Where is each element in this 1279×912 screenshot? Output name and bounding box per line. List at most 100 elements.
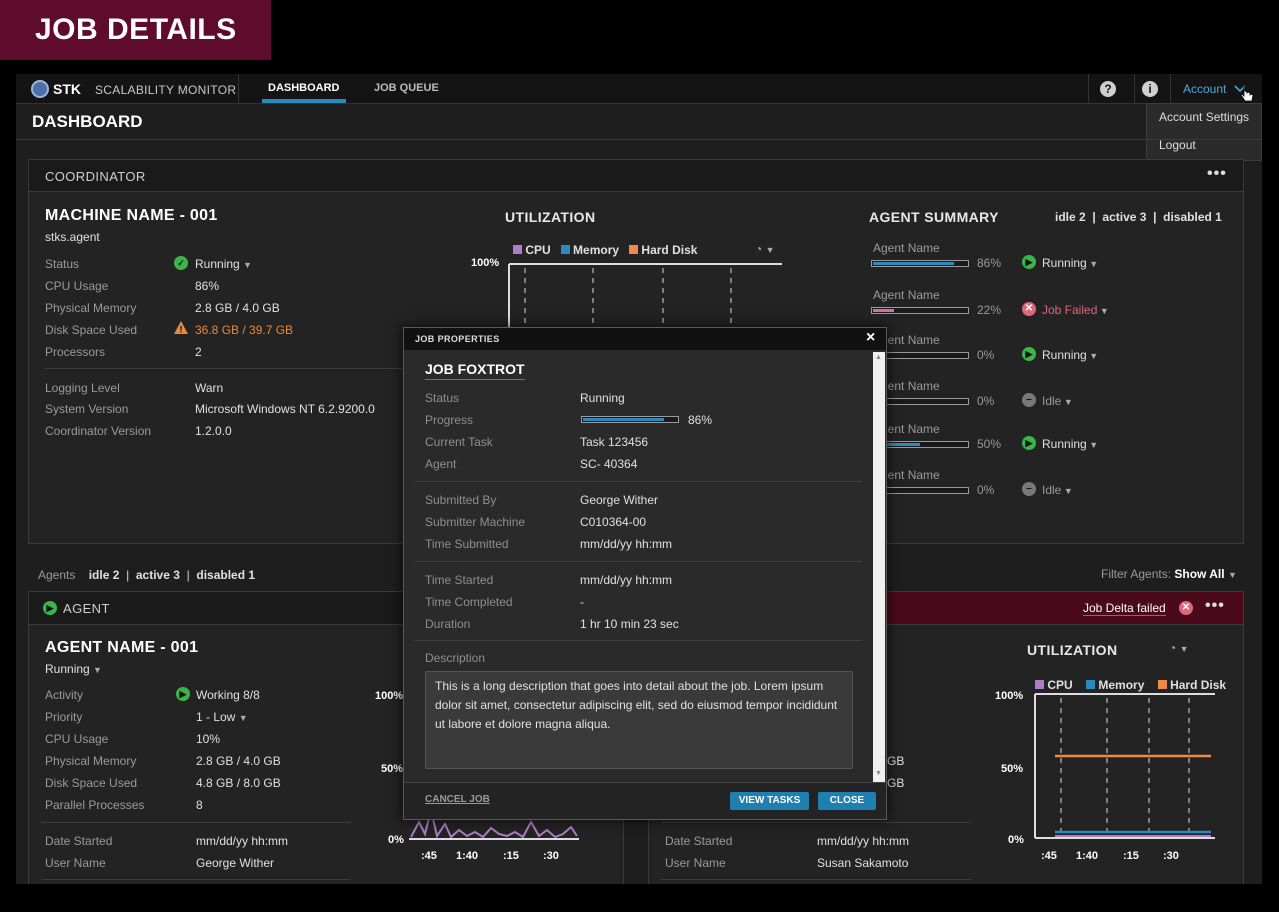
agent-panel-title: AGENT	[63, 601, 110, 616]
date-started-label: Date Started	[665, 834, 733, 848]
caret-down-icon: ▼	[1086, 351, 1099, 361]
submitter-machine-label: Submitter Machine	[425, 515, 526, 529]
agent-utilization-chart	[1034, 693, 1215, 839]
filter-agents-label: Filter Agents:	[1101, 567, 1172, 581]
summary-disabled-count: disabled 1	[1163, 210, 1222, 224]
agent-status-dropdown[interactable]: Running ▼	[1042, 437, 1098, 451]
user-name-label: User Name	[45, 856, 106, 870]
agent-usage-percent: 0%	[977, 348, 995, 362]
caret-down-icon: ▼	[93, 665, 102, 675]
user-name-label: User Name	[665, 856, 726, 870]
view-tasks-button[interactable]: VIEW TASKS	[730, 792, 809, 810]
caret-down-icon: ▼	[243, 260, 252, 270]
agent-status-dropdown[interactable]: Job Failed ▼	[1042, 303, 1109, 317]
progress-value: 86%	[688, 413, 713, 427]
legend-memory: Memory	[1098, 678, 1145, 692]
agent-summary-name[interactable]: Agent Name	[873, 241, 940, 255]
utilization-title: UTILIZATION	[505, 209, 596, 225]
logout-item[interactable]: Logout	[1159, 138, 1196, 152]
agents-disabled: disabled 1	[196, 568, 256, 582]
status-label: Status	[425, 391, 460, 405]
agent-status-label: Running	[1042, 437, 1087, 451]
agent-usage-percent: 50%	[977, 437, 1002, 451]
running-play-icon: ▶	[1022, 255, 1036, 269]
more-options-icon[interactable]: •••	[1207, 165, 1227, 183]
agent-status-dropdown[interactable]: Idle ▼	[1042, 483, 1073, 497]
more-options-icon[interactable]: •••	[1205, 597, 1225, 615]
chart-x-tick: :45	[421, 850, 437, 862]
divider	[661, 879, 971, 880]
logo-text: STK	[53, 81, 81, 97]
progress-label: Progress	[425, 413, 474, 427]
agent-status-label: Job Failed	[1042, 303, 1098, 317]
modal-scrollbar[interactable]: ▲ ▼	[873, 352, 885, 782]
time-range-clock-icon[interactable]: ◔ ▼	[755, 242, 775, 256]
job-failed-link[interactable]: Job Delta failed	[1083, 601, 1166, 616]
account-settings-item[interactable]: Account Settings	[1159, 110, 1249, 124]
physical-memory-label: Physical Memory	[45, 301, 137, 315]
chart-y-100-label: 100%	[471, 257, 500, 269]
agents-count-bar: Agents idle 2 | active 3 | disabled 1	[38, 568, 255, 582]
agent-status-label: Idle	[1042, 394, 1062, 408]
time-range-clock-icon[interactable]: ◔ ▼	[1169, 641, 1189, 655]
tab-job-queue[interactable]: JOB QUEUE	[374, 82, 439, 94]
disk-legend-swatch	[629, 245, 639, 254]
status-value[interactable]: Running ▼	[195, 257, 252, 271]
agent-usage-percent: 0%	[977, 394, 995, 408]
description-label: Description	[425, 651, 486, 665]
current-task-label: Current Task	[425, 435, 493, 449]
processors-value: 2	[195, 345, 202, 359]
tab-dashboard[interactable]: DASHBOARD	[268, 82, 340, 94]
cpu-legend-swatch	[513, 245, 522, 254]
cancel-job-link[interactable]: CANCEL JOB	[425, 794, 490, 805]
account-menu-button[interactable]: Account	[1183, 82, 1246, 96]
time-submitted-label: Time Submitted	[425, 537, 509, 551]
cpu-usage-value: 10%	[196, 732, 221, 746]
coordinator-panel-header: COORDINATOR •••	[29, 160, 1243, 192]
agents-label: Agents	[38, 568, 76, 582]
time-submitted-value: mm/dd/yy hh:mm	[580, 537, 673, 551]
count-separator: |	[1092, 210, 1096, 224]
stk-logo-icon	[31, 80, 49, 98]
caret-down-icon: ▼	[1061, 486, 1073, 496]
close-button[interactable]: CLOSE	[818, 792, 876, 810]
agent-status-dropdown[interactable]: Running ▼	[1042, 256, 1098, 270]
divider	[414, 481, 862, 482]
priority-value[interactable]: 1 - Low ▼	[196, 710, 248, 724]
active-tab-indicator	[262, 99, 346, 103]
agent-status[interactable]: Running ▼	[45, 662, 102, 676]
count-separator: |	[1153, 210, 1157, 224]
disk-space-value: 4.8 GB / 8.0 GB	[196, 776, 281, 790]
system-version-value: Microsoft Windows NT 6.2.9200.0	[195, 402, 375, 416]
play-icon: ▶	[176, 687, 190, 701]
chart-x-tick: 1:40	[456, 850, 479, 862]
activity-label: Activity	[45, 688, 84, 702]
caret-down-icon: ▼	[1227, 570, 1237, 580]
account-label: Account	[1183, 82, 1227, 96]
agent-usage-bar	[871, 260, 969, 267]
agent-status-label: Running	[1042, 348, 1087, 362]
running-check-icon: ✓	[174, 256, 188, 270]
legend-hard-disk: Hard Disk	[641, 243, 698, 257]
description-textarea[interactable]: This is a long description that goes int…	[425, 671, 853, 769]
time-started-value: mm/dd/yy hh:mm	[580, 573, 673, 587]
agent-name: AGENT NAME - 001	[45, 639, 199, 656]
agent-summary-title: AGENT SUMMARY	[869, 209, 999, 225]
agent-status-label: Running	[1042, 256, 1087, 270]
agent-summary-name[interactable]: Agent Name	[873, 288, 940, 302]
help-icon[interactable]: ?	[1100, 81, 1116, 97]
divider	[661, 822, 971, 823]
close-icon[interactable]: ×	[866, 329, 875, 347]
legend-cpu: CPU	[1047, 678, 1073, 692]
progress-bar-fill	[583, 418, 664, 421]
failed-x-icon[interactable]: ✕	[1179, 601, 1193, 615]
info-icon[interactable]: i	[1142, 81, 1158, 97]
top-navigation: STK SCALABILITY MONITOR DASHBOARD JOB QU…	[16, 74, 1262, 104]
svg-text:!: !	[180, 325, 183, 335]
agent-status-dropdown[interactable]: Idle ▼	[1042, 394, 1073, 408]
filter-agents-control[interactable]: Filter Agents: Show All ▼	[1101, 567, 1237, 581]
agent-status-dropdown[interactable]: Running ▼	[1042, 348, 1098, 362]
page-title: DASHBOARD	[32, 112, 143, 131]
parallel-processes-value: 8	[196, 798, 203, 812]
agents-active: active 3	[135, 568, 180, 582]
